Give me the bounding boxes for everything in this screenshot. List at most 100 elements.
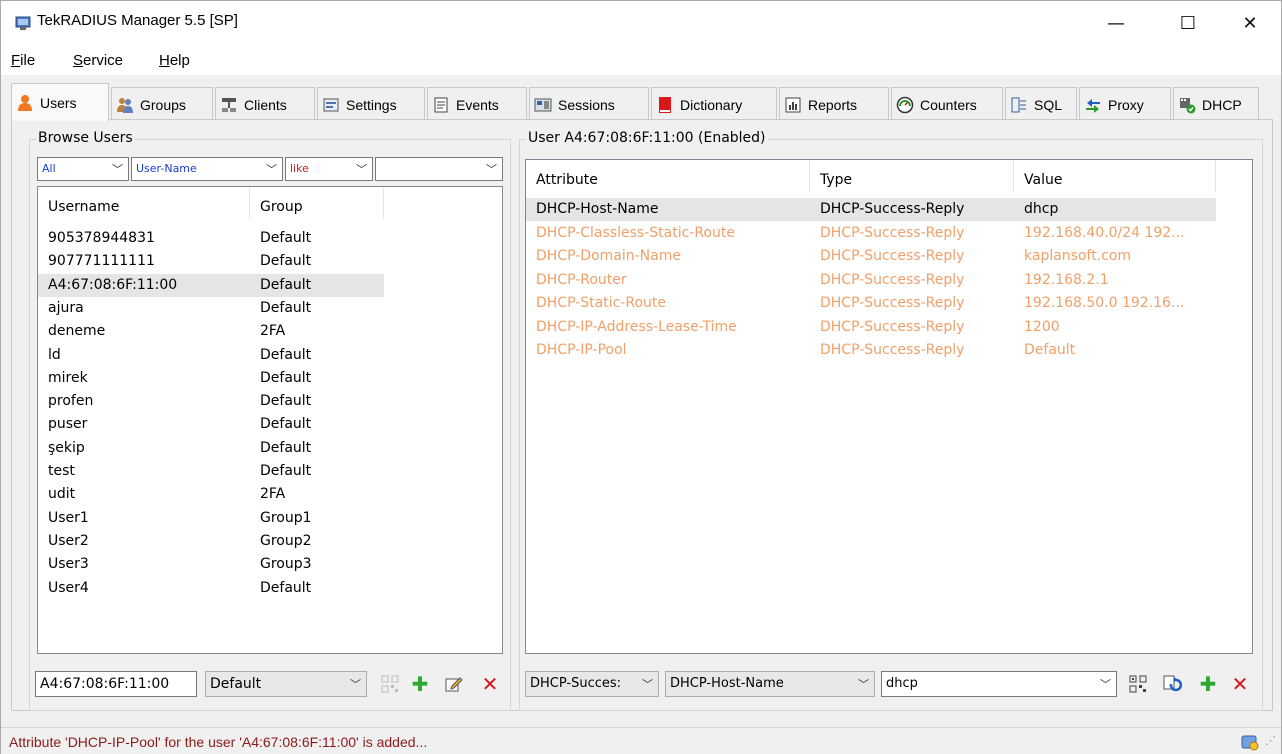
window-title: TekRADIUS Manager 5.5 [SP] (37, 12, 238, 29)
tab-groups[interactable]: Groups (111, 87, 213, 121)
qr-code-attr-button[interactable] (1127, 673, 1149, 695)
tab-sql[interactable]: SQL (1005, 87, 1077, 121)
table-row[interactable]: mirek Default (38, 367, 384, 390)
group-cell: Default (260, 439, 312, 456)
username-cell: puser (48, 416, 88, 433)
chevron-down-icon: ﹀ (858, 678, 869, 691)
tab-sessions[interactable]: Sessions (529, 87, 649, 121)
column-header-type[interactable]: Type (810, 160, 1014, 192)
delete-attribute-button[interactable]: ✕ (1229, 672, 1251, 696)
tab-proxy[interactable]: Proxy (1079, 87, 1171, 121)
username-input[interactable]: A4:67:08:6F:11:00 (35, 671, 197, 697)
attribute-value-text: dhcp (886, 676, 918, 691)
menu-service[interactable]: Service (73, 52, 123, 69)
server-status-icon (1241, 735, 1259, 751)
app-window: TekRADIUS Manager 5.5 [SP] — ☐ ✕ File Se… (0, 0, 1282, 754)
group-cell: Default (260, 579, 312, 596)
qr-code-button[interactable] (379, 673, 401, 695)
table-row[interactable]: 905378944831 Default (38, 227, 384, 250)
attribute-cell: DHCP-Static-Route (536, 295, 666, 311)
table-row[interactable]: DHCP-Router DHCP-Success-Reply 192.168.2.1 (526, 269, 1216, 292)
tab-events[interactable]: Events (427, 87, 527, 121)
update-attribute-button[interactable] (1161, 673, 1183, 695)
username-cell: test (48, 463, 75, 479)
table-row[interactable]: User3 Group3 (38, 553, 384, 576)
resize-grip-icon[interactable]: ⋰ (1265, 734, 1276, 747)
chevron-down-icon: ﹀ (112, 163, 123, 176)
attribute-cell: DHCP-Host-Name (536, 201, 659, 217)
table-row[interactable]: test Default (38, 460, 384, 483)
app-icon (15, 16, 31, 30)
users-list[interactable]: Username Group 905378944831 Default 907771… (37, 186, 503, 654)
close-window-button[interactable]: ✕ (1221, 1, 1279, 45)
table-row[interactable]: şekip Default (38, 437, 384, 460)
table-row[interactable]: DHCP-Domain-Name DHCP-Success-Reply kaplan… (526, 245, 1216, 268)
edit-user-button[interactable] (443, 673, 465, 695)
filter-scope-select[interactable]: All ﹀ (37, 157, 129, 181)
table-row[interactable]: User4 Default (38, 577, 384, 600)
tab-reports-label: Reports (808, 96, 858, 113)
attribute-cell: DHCP-Domain-Name (536, 248, 681, 264)
group-cell: Default (260, 346, 312, 363)
menu-help[interactable]: Help (159, 52, 190, 69)
close-icon: ✕ (1231, 672, 1249, 696)
column-header-value[interactable]: Value (1014, 160, 1216, 192)
table-row[interactable]: ld Default (38, 344, 384, 367)
table-row[interactable]: deneme 2FA (38, 320, 384, 343)
tab-sql-label: SQL (1034, 96, 1063, 113)
plus-icon: ✚ (411, 672, 429, 696)
table-row[interactable]: User1 Group1 (38, 507, 384, 530)
dhcp-icon (1180, 97, 1196, 113)
table-row[interactable]: ajura Default (38, 297, 384, 320)
table-row[interactable]: puser Default (38, 413, 384, 436)
table-row[interactable]: DHCP-Host-Name DHCP-Success-Reply dhcp (526, 198, 1216, 221)
menu-file[interactable]: File (11, 52, 35, 69)
chevron-down-icon: ﹀ (350, 678, 361, 691)
table-row[interactable]: A4:67:08:6F:11:00 Default (38, 273, 384, 297)
add-user-button[interactable]: ✚ (409, 672, 431, 696)
tab-reports[interactable]: Reports (779, 87, 889, 121)
column-header-username[interactable]: Username (38, 187, 250, 219)
group-cell: Group1 (260, 509, 312, 526)
group-select[interactable]: Default ﹀ (205, 671, 367, 697)
attribute-value-combo[interactable]: dhcp ﹀ (881, 671, 1117, 697)
table-row[interactable]: udit 2FA (38, 483, 384, 506)
column-header-attribute[interactable]: Attribute (526, 160, 810, 192)
table-row[interactable]: DHCP-Classless-Static-Route DHCP-Success-… (526, 222, 1216, 245)
maximize-button[interactable]: ☐ (1159, 1, 1217, 45)
chevron-down-icon: ﹀ (266, 163, 277, 176)
tab-clients[interactable]: Clients (215, 87, 315, 121)
filter-value-combo[interactable]: ﹀ (375, 157, 503, 181)
filter-field-select[interactable]: User-Name ﹀ (131, 157, 283, 181)
table-row[interactable]: User2 Group2 (38, 530, 384, 553)
tab-settings-label: Settings (346, 96, 397, 113)
column-header-group[interactable]: Group (250, 187, 384, 219)
group-select-value: Default (210, 676, 262, 692)
table-row[interactable]: DHCP-Static-Route DHCP-Success-Reply 192.1… (526, 292, 1216, 315)
minimize-button[interactable]: — (1087, 1, 1145, 45)
edit-icon (445, 677, 463, 692)
type-cell: DHCP-Success-Reply (820, 271, 965, 288)
attributes-list-header: Attribute Type Value (526, 160, 1216, 192)
type-cell: DHCP-Success-Reply (820, 201, 965, 217)
chevron-down-icon: ﹀ (642, 678, 653, 691)
tab-users[interactable]: Users (11, 83, 109, 121)
delete-user-button[interactable]: ✕ (479, 672, 501, 696)
table-row[interactable]: DHCP-IP-Pool DHCP-Success-Reply Default (526, 339, 1216, 362)
attribute-name-select[interactable]: DHCP-Host-Name ﹀ (665, 671, 875, 697)
add-attribute-button[interactable]: ✚ (1197, 672, 1219, 696)
attributes-list[interactable]: Attribute Type Value DHCP-Host-Name DHCP-… (525, 159, 1253, 654)
table-row[interactable]: DHCP-IP-Address-Lease-Time DHCP-Success-R… (526, 316, 1216, 339)
tab-counters[interactable]: Counters (891, 87, 1003, 121)
attribute-type-select[interactable]: DHCP-Succes: ﹀ (525, 671, 659, 697)
value-cell: 192.168.40.0/24 192... (1024, 224, 1185, 241)
sql-icon (1011, 97, 1026, 112)
table-row[interactable]: 907771111111 Default (38, 250, 384, 273)
tab-dhcp[interactable]: DHCP (1173, 87, 1259, 121)
tab-settings[interactable]: Settings (317, 87, 425, 121)
value-cell: 192.168.2.1 (1024, 271, 1109, 288)
filter-operator-select[interactable]: like ﹀ (285, 157, 373, 181)
tab-dictionary[interactable]: Dictionary (651, 87, 777, 121)
username-cell: şekip (48, 439, 85, 456)
table-row[interactable]: profen Default (38, 390, 384, 413)
